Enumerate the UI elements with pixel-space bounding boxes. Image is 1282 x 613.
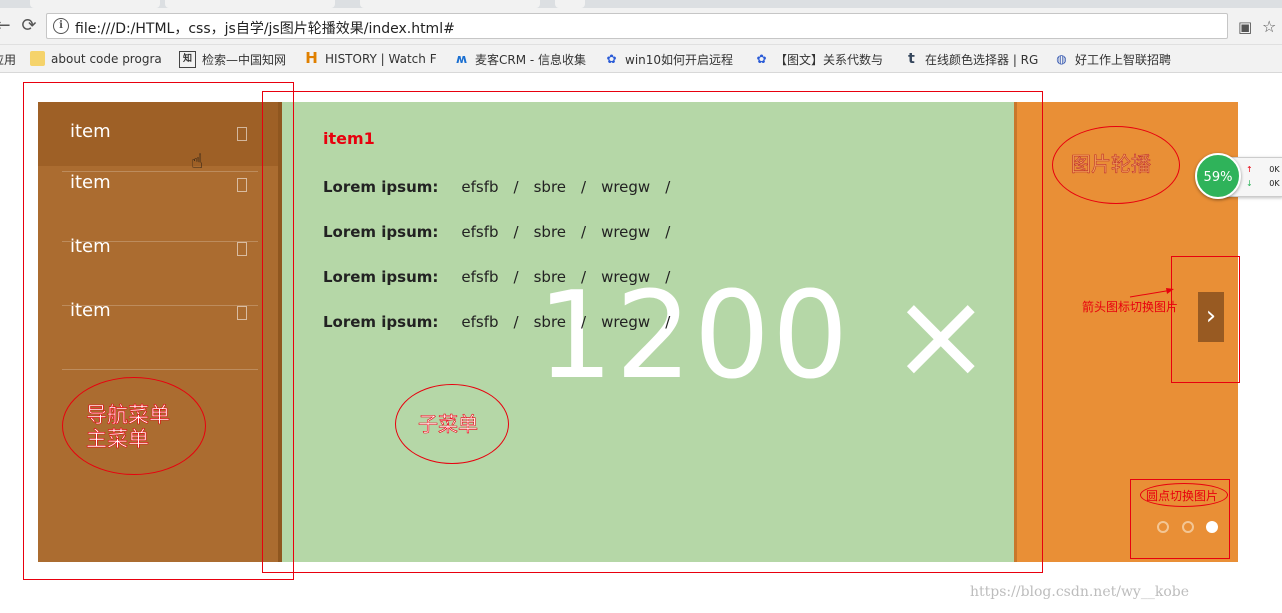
annotation-text: 主菜单 bbox=[86, 427, 150, 452]
annotation-box-menu bbox=[23, 82, 294, 580]
bookmark-label: 检索—中国知网 bbox=[202, 53, 287, 67]
tumblr-icon: t bbox=[908, 51, 915, 67]
address-bar[interactable]: i file:///D:/HTML，css，js自学/js图片轮播效果/inde… bbox=[46, 13, 1228, 39]
bookmark-item[interactable]: ✿ win10如何开启远程 bbox=[604, 51, 733, 68]
globe-icon: ◍ bbox=[1056, 52, 1067, 66]
bookmark-label: 麦客CRM - 信息收集 bbox=[475, 53, 587, 67]
back-icon[interactable]: ← bbox=[0, 15, 14, 37]
browser-toolbar: ← ⟳ i file:///D:/HTML，css，js自学/js图片轮播效果/… bbox=[0, 8, 1282, 45]
speed-percent[interactable]: 59% bbox=[1195, 153, 1241, 199]
browser-tab[interactable] bbox=[30, 0, 160, 8]
bookmark-item[interactable]: H HISTORY | Watch F bbox=[304, 49, 437, 67]
annotation-carousel-note: 图片轮播 bbox=[1071, 152, 1152, 177]
bookmark-item[interactable]: t 在线颜色选择器 | RG bbox=[904, 51, 1038, 68]
annotation-text: 导航菜单 bbox=[86, 403, 171, 428]
bookmark-label: win10如何开启远程 bbox=[625, 53, 734, 67]
site-info-icon[interactable]: i bbox=[53, 18, 69, 34]
bookmark-item[interactable]: ✿ 【图文】关系代数与 bbox=[754, 51, 883, 68]
reload-icon[interactable]: ⟳ bbox=[18, 15, 40, 37]
new-tab-button[interactable] bbox=[555, 0, 585, 8]
bookmark-label: 【图文】关系代数与 bbox=[775, 53, 884, 67]
bookmark-label: 在线颜色选择器 | RG bbox=[925, 53, 1039, 67]
arrow-down-icon: ↓ bbox=[1246, 179, 1253, 188]
bookmark-label: 应用 bbox=[0, 53, 17, 67]
folder-icon bbox=[30, 51, 45, 66]
baidu-paw-icon: ✿ bbox=[756, 52, 767, 66]
download-value: 0K bbox=[1269, 179, 1280, 188]
tab-strip bbox=[0, 0, 1282, 8]
watermark: https://blog.csdn.net/wy__kobe bbox=[970, 584, 1189, 600]
annotation-submenu-note: 子菜单 bbox=[418, 412, 479, 437]
bookmark-item[interactable]: ◍ 好工作上智联招聘 bbox=[1054, 51, 1171, 68]
browser-tab[interactable] bbox=[165, 0, 335, 8]
upload-speed: ↑ 0K bbox=[1246, 165, 1280, 174]
browser-tab-active[interactable] bbox=[360, 0, 540, 8]
bookmark-item[interactable]: about code progra bbox=[30, 51, 162, 66]
translate-icon[interactable]: ▣ bbox=[1238, 18, 1252, 36]
bookmark-star-icon[interactable]: ☆ bbox=[1262, 17, 1276, 36]
bookmarks-bar: 应用 about code progra 知检索—中国知网 H HISTORY |… bbox=[0, 45, 1282, 73]
baidu-paw-icon: ✿ bbox=[606, 52, 617, 66]
annotation-dots-note: 圆点切换图片 bbox=[1146, 489, 1219, 503]
annotation-box-arrow bbox=[1171, 256, 1240, 383]
bookmark-item[interactable]: ʍ 麦客CRM - 信息收集 bbox=[454, 51, 586, 68]
upload-value: 0K bbox=[1269, 165, 1280, 174]
download-speed: ↓ 0K bbox=[1246, 179, 1280, 188]
bookmark-item[interactable]: 应用 bbox=[0, 51, 16, 68]
annotation-arrow bbox=[1129, 288, 1174, 298]
hand-cursor-icon: ☝ bbox=[191, 149, 204, 173]
bookmark-label: HISTORY | Watch F bbox=[325, 51, 437, 66]
bookmark-item[interactable]: 知检索—中国知网 bbox=[179, 51, 286, 68]
history-icon: H bbox=[305, 49, 318, 67]
cnki-icon: 知 bbox=[179, 51, 196, 68]
bookmark-label: 好工作上智联招聘 bbox=[1075, 53, 1172, 67]
annotation-box-submenu bbox=[262, 91, 1043, 573]
address-url: file:///D:/HTML，css，js自学/js图片轮播效果/index.… bbox=[75, 21, 455, 37]
mike-crm-icon: ʍ bbox=[455, 52, 468, 66]
bookmark-label: about code progra bbox=[51, 51, 162, 66]
annotation-menu-note: 导航菜单 主菜单 bbox=[86, 403, 171, 452]
arrow-up-icon: ↑ bbox=[1246, 165, 1253, 174]
annotation-arrow-note: 箭头图标切换图片 bbox=[1082, 300, 1179, 314]
